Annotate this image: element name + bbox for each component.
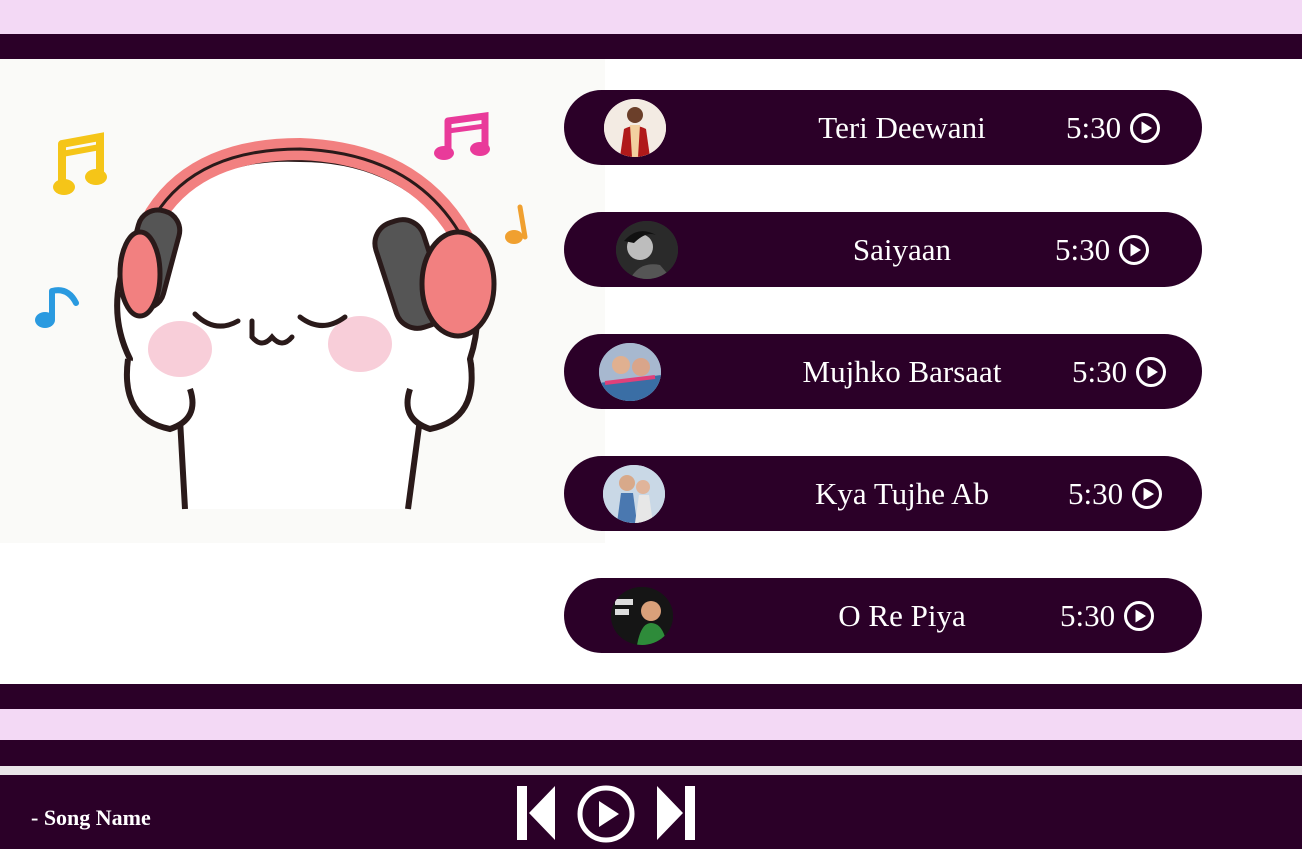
play-icon[interactable] [576,784,636,844]
song-title: Mujhko Barsaat [802,354,1002,389]
song-item[interactable]: Mujhko Barsaat 5:30 [564,334,1202,409]
now-playing-label: - Song Name [31,805,151,830]
singer-portrait-icon [616,221,678,279]
song-duration: 5:30 [1060,597,1116,633]
song-item[interactable]: Kya Tujhe Ab 5:30 [564,456,1202,531]
play-icon[interactable] [1129,112,1161,144]
progress-bar[interactable] [0,766,1302,775]
previous-icon[interactable] [517,786,557,840]
play-icon[interactable] [1131,478,1163,510]
top-band-dark [0,34,1302,59]
hero-illustration [0,59,605,543]
play-icon[interactable] [1118,234,1150,266]
singer-portrait-icon [604,99,666,157]
song-duration: 5:30 [1068,475,1124,511]
music-note-pink-icon [434,111,490,160]
song-item[interactable]: O Re Piya 5:30 [564,578,1202,653]
lower-band-dark [0,740,1302,766]
album-art-icon [603,465,665,523]
album-art-icon [611,587,673,645]
next-icon[interactable] [655,786,695,840]
song-title: O Re Piya [838,598,966,633]
song-title: Teri Deewani [818,110,986,145]
song-duration: 5:30 [1072,353,1128,389]
song-item[interactable]: Teri Deewani 5:30 [564,90,1202,165]
song-title: Saiyaan [852,232,952,267]
play-icon[interactable] [1135,356,1167,388]
play-icon[interactable] [1123,600,1155,632]
song-duration: 5:30 [1055,231,1111,267]
middle-band-light [0,709,1302,740]
album-art-icon [599,343,661,401]
middle-band-dark [0,684,1302,709]
song-item[interactable]: Saiyaan 5:30 [564,212,1202,287]
song-duration: 5:30 [1066,109,1122,145]
music-note-yellow-icon [53,132,107,195]
player-bar: - Song Name [0,775,1302,849]
song-title: Kya Tujhe Ab [815,476,989,511]
music-note-blue-icon [35,287,79,328]
song-list: Teri Deewani 5:30 Saiyaan 5:30 Mujhko Ba… [564,90,1202,653]
top-band-light [0,0,1302,34]
music-note-orange-icon [505,204,528,244]
